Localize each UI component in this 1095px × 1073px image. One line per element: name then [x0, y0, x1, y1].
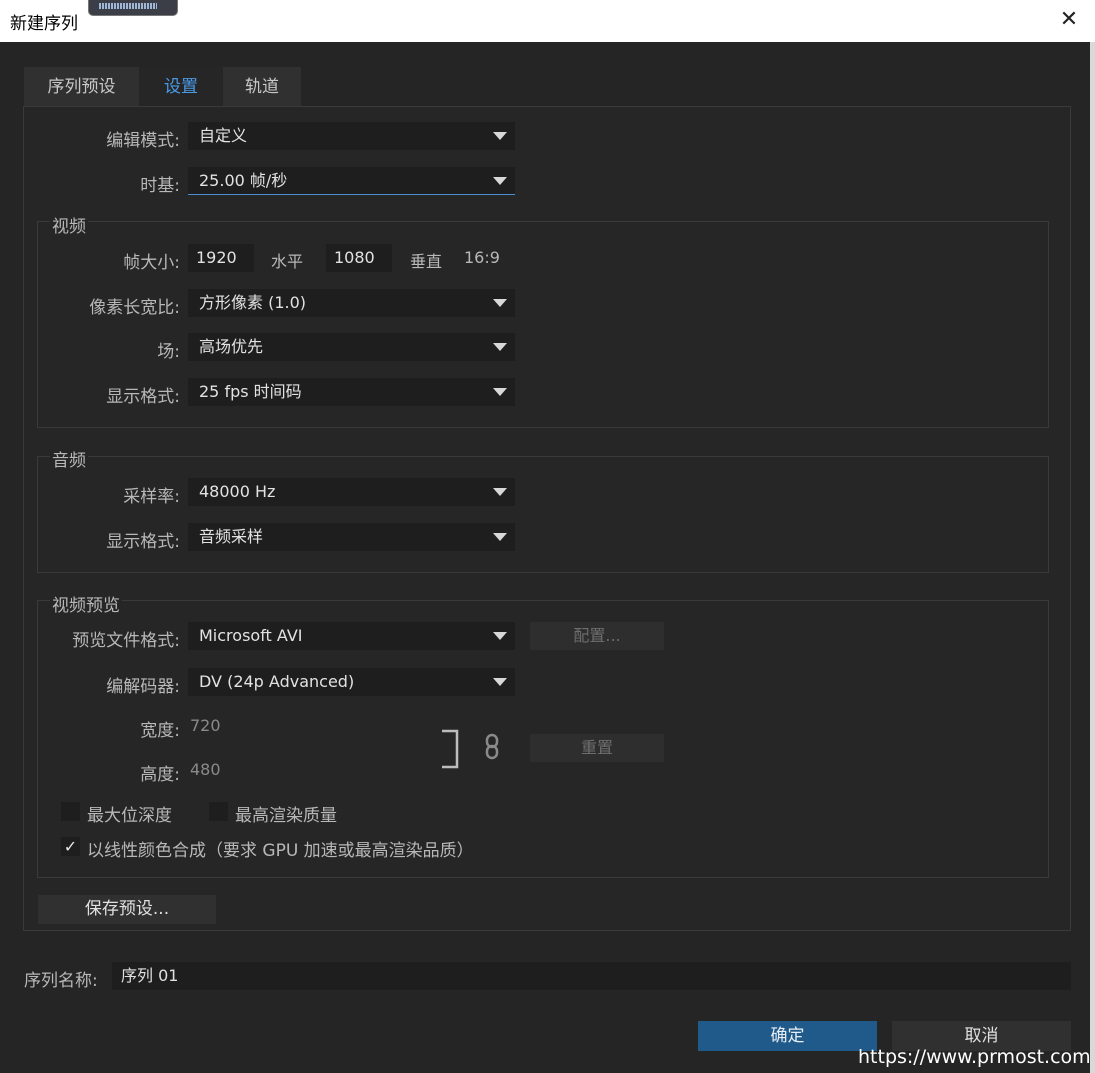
codec-dropdown[interactable]: DV (24p Advanced)	[188, 668, 515, 696]
max-render-quality-label: 最高渲染质量	[235, 806, 337, 826]
dropdown-arrow-icon	[493, 632, 507, 640]
close-button[interactable]: ✕	[1054, 4, 1084, 36]
dropdown-value: 25 fps 时间码	[199, 382, 302, 401]
dropdown-arrow-icon	[493, 343, 507, 351]
dropdown-value: 方形像素 (1.0)	[199, 293, 307, 312]
sequence-name-label: 序列名称:	[24, 971, 98, 991]
dropdown-value: DV (24p Advanced)	[199, 672, 355, 691]
dropdown-arrow-icon	[493, 678, 507, 686]
audio-display-format-dropdown[interactable]: 音频采样	[188, 523, 515, 551]
dropdown-value: 25.00 帧/秒	[199, 171, 288, 190]
aspect-ratio-text: 16:9	[464, 248, 500, 267]
video-display-format-label: 显示格式:	[106, 387, 180, 407]
dropdown-arrow-icon	[493, 177, 507, 185]
tab-tracks[interactable]: 轨道	[223, 67, 301, 107]
audio-group	[37, 456, 1049, 573]
dropdown-arrow-icon	[493, 299, 507, 307]
timebase-label: 时基:	[140, 176, 180, 196]
fields-dropdown[interactable]: 高场优先	[188, 333, 515, 361]
bracket-icon	[440, 729, 460, 769]
dropdown-value: 音频采样	[199, 527, 264, 546]
audio-meter-thumbnail	[88, 0, 178, 16]
tab-sequence-presets[interactable]: 序列预设	[24, 67, 139, 107]
audio-group-title: 音频	[50, 446, 88, 471]
sequence-name-input[interactable]: 序列 01	[112, 962, 1071, 990]
save-preset-button[interactable]: 保存预设...	[38, 895, 216, 924]
tab-label: 设置	[164, 77, 198, 97]
edit-mode-dropdown[interactable]: 自定义	[188, 122, 515, 150]
reset-button[interactable]: 重置	[530, 734, 664, 762]
linear-color-checkbox[interactable]: ✓	[61, 837, 80, 856]
dropdown-value: 自定义	[199, 126, 248, 145]
dropdown-value: 高场优先	[199, 337, 264, 356]
preview-file-format-dropdown[interactable]: Microsoft AVI	[188, 622, 515, 650]
checkmark-icon: ✓	[63, 837, 78, 856]
preview-width-value: 720	[190, 716, 221, 735]
tab-settings[interactable]: 设置	[140, 67, 222, 107]
dropdown-arrow-icon	[493, 388, 507, 396]
max-bit-depth-label: 最大位深度	[87, 806, 172, 826]
watermark-text: https://www.prmost.com	[858, 1046, 1091, 1068]
vertical-label: 垂直	[410, 252, 443, 271]
dropdown-value: Microsoft AVI	[199, 626, 303, 645]
codec-label: 编解码器:	[106, 677, 180, 697]
preview-width-label: 宽度:	[140, 721, 180, 741]
dropdown-value: 48000 Hz	[199, 482, 276, 501]
pixel-aspect-label: 像素长宽比:	[89, 298, 180, 318]
video-display-format-dropdown[interactable]: 25 fps 时间码	[188, 378, 515, 406]
tab-label: 序列预设	[47, 77, 116, 97]
audio-display-format-label: 显示格式:	[106, 532, 180, 552]
video-preview-group-title: 视频预览	[50, 591, 122, 616]
preview-file-format-label: 预览文件格式:	[72, 631, 180, 651]
preview-height-value: 480	[190, 760, 221, 779]
dropdown-arrow-icon	[493, 488, 507, 496]
sample-rate-label: 采样率:	[123, 487, 180, 507]
window-edge	[1090, 42, 1095, 1073]
fields-label: 场:	[157, 342, 180, 362]
video-group-title: 视频	[50, 212, 88, 237]
preview-height-label: 高度:	[140, 765, 180, 785]
window-title: 新建序列	[10, 14, 78, 34]
frame-width-input[interactable]: 1920	[188, 244, 254, 272]
max-bit-depth-checkbox[interactable]	[61, 802, 80, 821]
ok-button[interactable]: 确定	[698, 1021, 877, 1051]
timebase-dropdown[interactable]: 25.00 帧/秒	[188, 167, 515, 195]
dropdown-arrow-icon	[493, 132, 507, 140]
sample-rate-dropdown[interactable]: 48000 Hz	[188, 478, 515, 506]
frame-height-input[interactable]: 1080	[326, 244, 392, 272]
frame-size-label: 帧大小:	[123, 253, 180, 273]
edit-mode-label: 编辑模式:	[106, 131, 180, 151]
configure-button[interactable]: 配置...	[530, 622, 664, 650]
tab-label: 轨道	[245, 77, 279, 97]
close-icon: ✕	[1059, 7, 1079, 32]
max-render-quality-checkbox[interactable]	[209, 802, 228, 821]
horizontal-label: 水平	[271, 252, 304, 271]
link-icon[interactable]	[482, 733, 502, 761]
pixel-aspect-dropdown[interactable]: 方形像素 (1.0)	[188, 289, 515, 317]
linear-color-label: 以线性颜色合成（要求 GPU 加速或最高渲染品质）	[87, 841, 474, 861]
dropdown-arrow-icon	[493, 533, 507, 541]
